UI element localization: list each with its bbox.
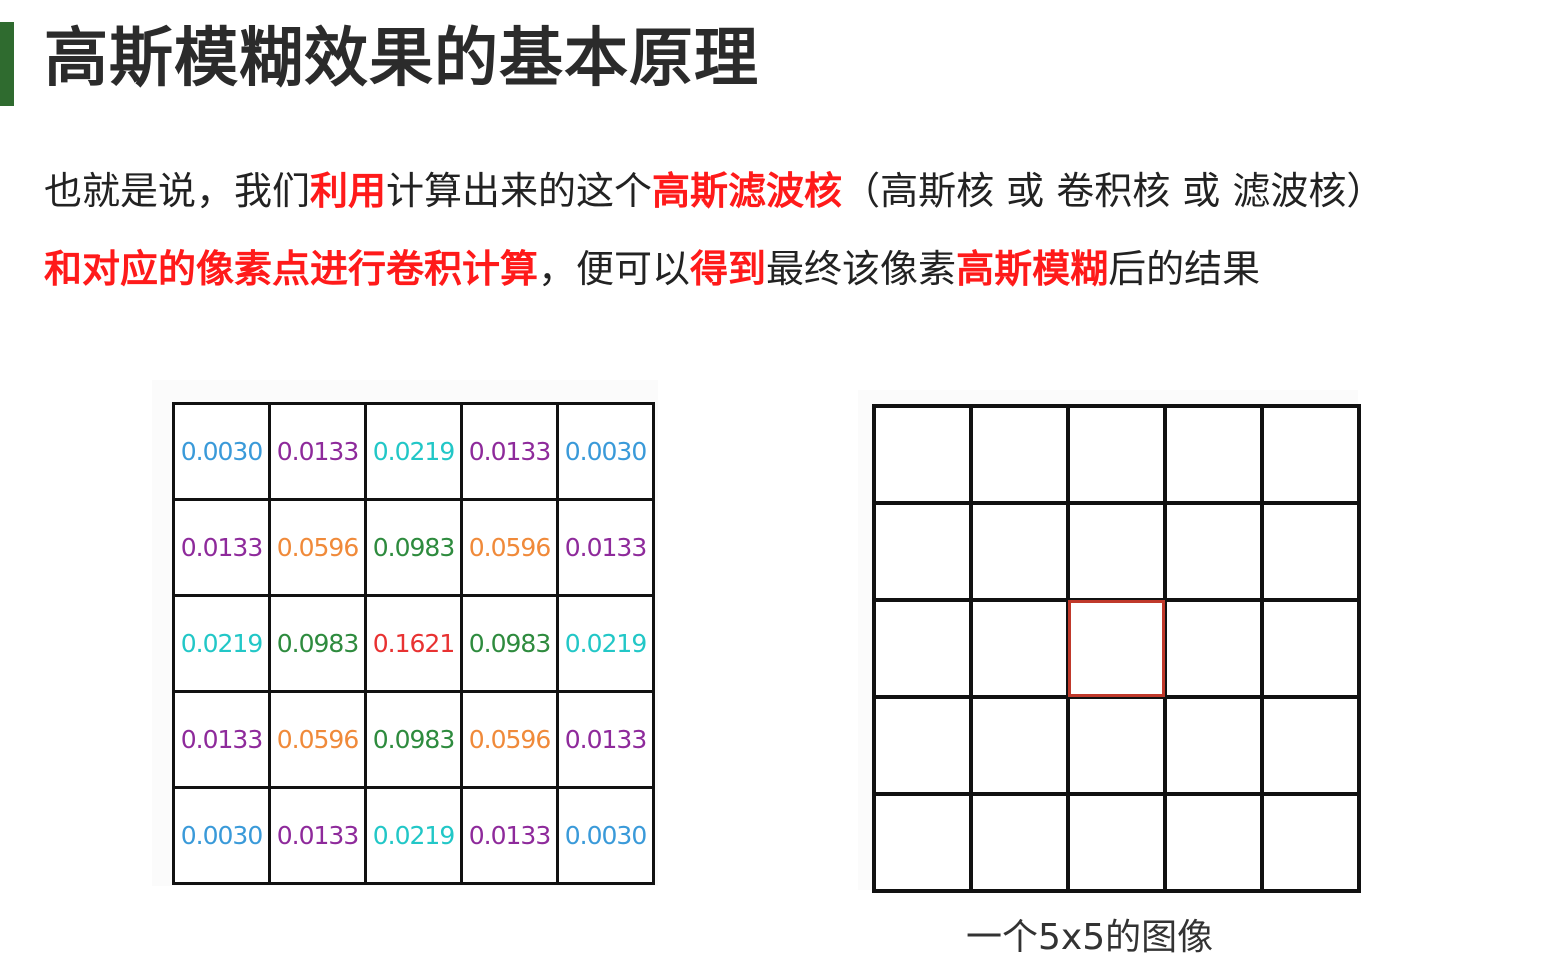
image-pixel-cell <box>969 501 1070 602</box>
image-pixel-cell <box>1066 792 1167 893</box>
paragraph-text: （高斯核 或 卷积核 或 滤波核） <box>842 169 1385 213</box>
highlighted-text: 高斯滤波核 <box>652 169 843 213</box>
kernel-cell: 0.0983 <box>364 690 463 789</box>
kernel-cell: 0.0219 <box>364 786 463 885</box>
kernel-cell: 0.0133 <box>172 690 271 789</box>
kernel-row: 0.0030 0.0133 0.0219 0.0133 0.0030 <box>172 786 655 885</box>
highlighted-text: 和对应的像素点进行卷积计算 <box>44 247 539 291</box>
kernel-cell: 0.0596 <box>268 690 367 789</box>
kernel-cell: 0.0030 <box>556 786 655 885</box>
kernel-row: 0.0133 0.0596 0.0983 0.0596 0.0133 <box>172 498 655 597</box>
image-pixel-grid <box>872 404 1361 893</box>
gaussian-kernel-panel: 0.0030 0.0133 0.0219 0.0133 0.0030 0.0133 0.05… <box>152 380 658 886</box>
image-pixel-cell <box>1066 404 1167 505</box>
kernel-cell: 0.0030 <box>556 402 655 501</box>
kernel-cell: 0.0983 <box>364 498 463 597</box>
kernel-cell: 0.0133 <box>460 786 559 885</box>
image-pixel-cell <box>872 404 973 505</box>
kernel-cell: 0.0133 <box>172 498 271 597</box>
kernel-cell: 0.0133 <box>268 402 367 501</box>
paragraph-line-1: 也就是说，我们利用计算出来的这个高斯滤波核（高斯核 或 卷积核 或 滤波核） <box>44 166 1559 216</box>
image-pixel-cell <box>969 695 1070 796</box>
paragraph-text: 最终该像素 <box>766 247 957 291</box>
kernel-cell: 0.0133 <box>556 690 655 789</box>
image-pixel-cell <box>1260 598 1361 699</box>
page-title: 高斯模糊效果的基本原理 <box>44 22 759 96</box>
kernel-cell: 0.0133 <box>556 498 655 597</box>
kernel-row: 0.0133 0.0596 0.0983 0.0596 0.0133 <box>172 690 655 789</box>
title-accent-bar <box>0 22 14 106</box>
kernel-cell: 0.1621 <box>364 594 463 693</box>
image-pixel-cell <box>1163 598 1264 699</box>
image-pixel-cell <box>1066 695 1167 796</box>
image-pixel-cell <box>1163 501 1264 602</box>
image-pixel-cell <box>1260 792 1361 893</box>
image-pixel-cell <box>1066 501 1167 602</box>
highlighted-text: 高斯模糊 <box>956 247 1109 291</box>
kernel-cell: 0.0133 <box>460 402 559 501</box>
image-pixel-cell <box>1163 695 1264 796</box>
kernel-cell: 0.0219 <box>172 594 271 693</box>
gaussian-kernel-grid: 0.0030 0.0133 0.0219 0.0133 0.0030 0.0133 0.05… <box>172 402 655 885</box>
kernel-cell: 0.0030 <box>172 786 271 885</box>
kernel-row: 0.0219 0.0983 0.1621 0.0983 0.0219 <box>172 594 655 693</box>
kernel-cell: 0.0219 <box>556 594 655 693</box>
image-pixel-cell <box>969 598 1070 699</box>
image-grid-row <box>872 598 1361 699</box>
kernel-row: 0.0030 0.0133 0.0219 0.0133 0.0030 <box>172 402 655 501</box>
kernel-cell: 0.0596 <box>268 498 367 597</box>
image-grid-caption: 一个5x5的图像 <box>966 917 1214 958</box>
image-grid-row <box>872 404 1361 505</box>
image-pixel-cell <box>872 695 973 796</box>
image-pixel-cell <box>872 501 973 602</box>
image-pixel-cell <box>872 792 973 893</box>
image-pixel-cell <box>1260 501 1361 602</box>
paragraph-line-2: 和对应的像素点进行卷积计算，便可以得到最终该像素高斯模糊后的结果 <box>44 244 1559 294</box>
image-grid-panel <box>858 390 1361 893</box>
kernel-cell: 0.0983 <box>268 594 367 693</box>
image-pixel-cell <box>1260 695 1361 796</box>
image-pixel-cell <box>1163 404 1264 505</box>
paragraph-text: 后的结果 <box>1108 247 1261 291</box>
image-pixel-cell <box>872 598 973 699</box>
paragraph-text: 也就是说，我们 <box>44 169 311 213</box>
image-grid-row <box>872 695 1361 796</box>
highlighted-text: 利用 <box>310 169 387 213</box>
image-grid-row <box>872 501 1361 602</box>
paragraph-text: 计算出来的这个 <box>386 169 653 213</box>
kernel-cell: 0.0030 <box>172 402 271 501</box>
highlighted-center-pixel <box>1066 598 1167 699</box>
image-pixel-cell <box>1260 404 1361 505</box>
paragraph-text: ，便可以 <box>538 247 691 291</box>
kernel-cell: 0.0219 <box>364 402 463 501</box>
kernel-cell: 0.0983 <box>460 594 559 693</box>
image-grid-row <box>872 792 1361 893</box>
highlighted-text: 得到 <box>690 247 767 291</box>
image-pixel-cell <box>969 404 1070 505</box>
kernel-cell: 0.0133 <box>268 786 367 885</box>
image-pixel-cell <box>969 792 1070 893</box>
kernel-cell: 0.0596 <box>460 690 559 789</box>
kernel-cell: 0.0596 <box>460 498 559 597</box>
image-pixel-cell <box>1163 792 1264 893</box>
